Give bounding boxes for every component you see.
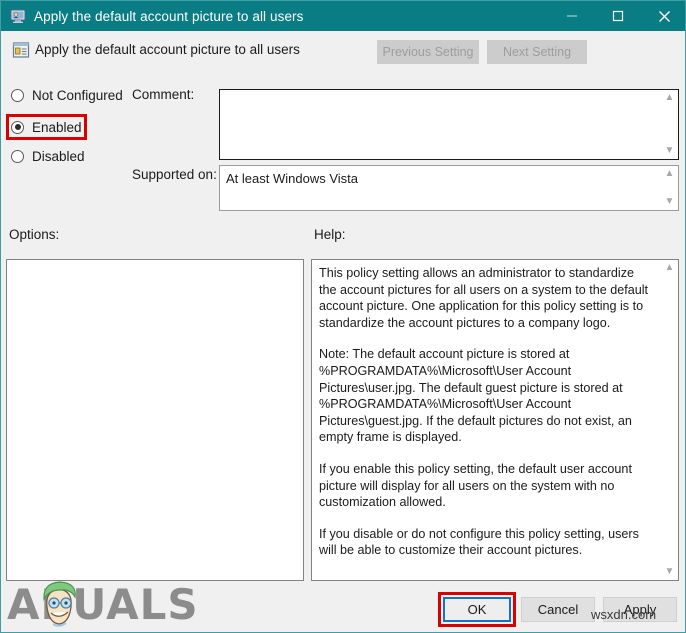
help-scrollbar[interactable]: ▲ ▼ [661,260,678,580]
close-icon[interactable] [641,1,685,31]
help-paragraph: Note: The default account picture is sto… [319,347,632,445]
supported-on-label: Supported on: [132,167,217,182]
help-text: This policy setting allows an administra… [319,265,654,559]
radio-label: Not Configured [32,87,123,103]
radio-enabled[interactable]: Enabled [11,117,82,137]
radio-indicator [11,88,24,102]
help-paragraph: If you disable or do not configure this … [319,526,639,558]
radio-disabled[interactable]: Disabled [11,146,85,166]
supported-on-field: At least Windows Vista ▲ ▼ [219,165,679,211]
chevron-down-icon[interactable]: ▼ [665,197,675,207]
chevron-down-icon[interactable]: ▼ [665,567,675,577]
supported-on-scrollbar[interactable]: ▲ ▼ [661,166,678,210]
help-panel: This policy setting allows an administra… [311,259,679,581]
chevron-up-icon[interactable]: ▲ [665,169,675,179]
comment-input[interactable]: ▲ ▼ [219,89,679,160]
group-policy-setting-dialog: Apply the default account picture to all… [0,0,686,633]
maximize-icon[interactable] [595,1,641,31]
radio-indicator [11,149,24,163]
page-title: Apply the default account picture to all… [35,42,300,57]
comment-scrollbar[interactable]: ▲ ▼ [661,90,678,159]
help-paragraph: This policy setting allows an administra… [319,266,649,330]
title-bar: Apply the default account picture to all… [1,1,685,31]
appuals-logo-watermark: APUALS [7,579,199,629]
setting-header: Apply the default account picture to all… [1,31,685,75]
group-policy-setting-icon [12,41,30,59]
cancel-button[interactable]: Cancel [521,597,595,622]
options-label: Options: [9,227,60,242]
chevron-up-icon[interactable]: ▲ [665,93,675,103]
site-watermark: wsxdn.com [591,607,657,622]
help-label: Help: [314,227,346,242]
comment-label: Comment: [132,87,195,102]
radio-label: Enabled [32,119,82,135]
options-panel[interactable] [6,259,304,581]
ok-button[interactable]: OK [443,597,511,622]
minimize-icon[interactable] [549,1,595,31]
previous-setting-button[interactable]: Previous Setting [377,40,479,64]
radio-label: Disabled [32,148,85,164]
radio-indicator [11,120,24,134]
supported-on-value: At least Windows Vista [226,171,358,186]
appuals-mascot-icon [35,577,83,629]
radio-not-configured[interactable]: Not Configured [11,85,123,105]
user-account-picture-icon [10,8,26,24]
window-title: Apply the default account picture to all… [34,8,304,24]
help-paragraph: If you enable this policy setting, the d… [319,461,632,510]
chevron-up-icon[interactable]: ▲ [665,263,675,273]
chevron-down-icon[interactable]: ▼ [665,146,675,156]
window-controls [549,1,685,31]
next-setting-button[interactable]: Next Setting [487,40,587,64]
